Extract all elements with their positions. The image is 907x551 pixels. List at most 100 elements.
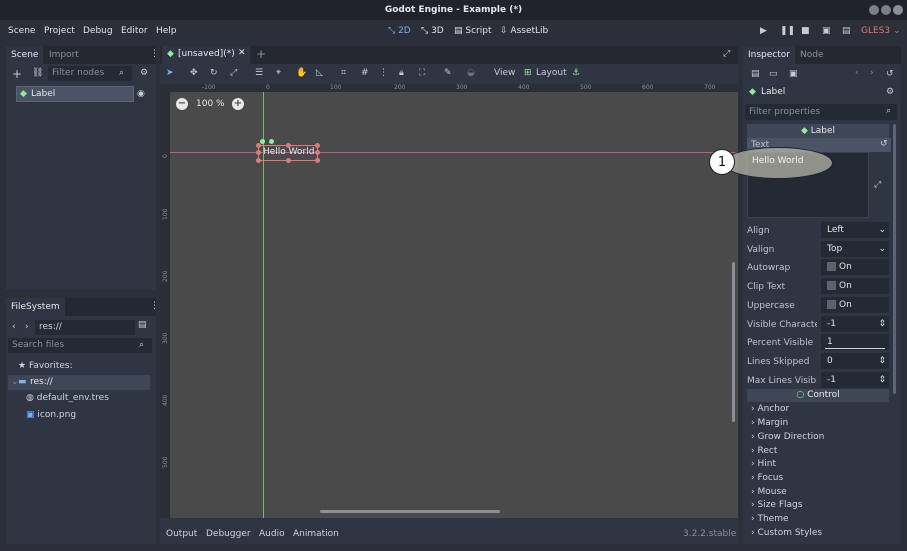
stop-icon[interactable]: ■ <box>801 26 810 36</box>
anchor-handle[interactable] <box>260 139 265 144</box>
zoom-in-icon[interactable]: + <box>232 98 244 110</box>
resize-handle[interactable] <box>256 158 261 163</box>
mode-3d-button[interactable]: ⤡ 3D <box>421 26 444 36</box>
add-node-icon[interactable]: + <box>12 67 22 81</box>
class-header-label[interactable]: ◆ Label <box>747 124 889 138</box>
prop-autowrap-checkbox[interactable]: On <box>821 259 889 275</box>
lock-icon[interactable]: 🔒︎ <box>399 68 404 78</box>
menu-editor[interactable]: Editor <box>121 26 148 36</box>
rotate-tool-icon[interactable]: ↻ <box>210 68 218 78</box>
split-view-icon[interactable]: ▤ <box>138 320 147 330</box>
save-icon[interactable]: ▣ <box>789 69 798 79</box>
vertical-scrollbar[interactable] <box>732 262 735 422</box>
tab-filesystem[interactable]: FileSystem <box>6 298 65 316</box>
prop-max-lines-visible-spinbox[interactable]: -1 ⇕ <box>821 372 889 388</box>
maximize-button[interactable] <box>881 5 891 15</box>
scale-tool-icon[interactable]: ⤢ <box>230 68 237 78</box>
scene-tree-item-label[interactable]: ◆ Label <box>16 86 134 102</box>
view-menu[interactable]: View <box>494 68 515 78</box>
resize-handle[interactable] <box>286 143 291 148</box>
tab-debugger[interactable]: Debugger <box>206 529 251 539</box>
section-grow-direction[interactable]: › Grow Direction <box>751 432 824 442</box>
favorites-item[interactable]: ★ Favorites: <box>18 361 73 371</box>
move-tool-icon[interactable]: ✥ <box>190 68 198 78</box>
fs-root-item[interactable]: ⌄ ▬ res:// <box>8 375 150 390</box>
tab-inspector[interactable]: Inspector <box>743 46 795 64</box>
prop-percent-visible-slider[interactable]: 1 <box>821 334 889 350</box>
close-window-button[interactable] <box>893 5 903 15</box>
section-custom-styles[interactable]: › Custom Styles <box>751 528 822 538</box>
history-icon[interactable]: ↺ <box>886 69 894 79</box>
skeleton-icon[interactable]: ◒ <box>467 68 475 78</box>
menu-project[interactable]: Project <box>44 26 75 36</box>
mode-script-button[interactable]: ▤ Script <box>454 26 492 36</box>
tab-import[interactable]: Import <box>44 46 84 64</box>
tab-audio[interactable]: Audio <box>259 529 285 539</box>
visibility-eye-icon[interactable]: ◉ <box>137 89 145 99</box>
control-class-header[interactable]: ○ Control <box>747 389 889 402</box>
section-focus[interactable]: › Focus <box>751 473 783 483</box>
menu-help[interactable]: Help <box>156 26 177 36</box>
prop-valign-select[interactable]: Top ⌄ <box>821 241 889 257</box>
resize-handle[interactable] <box>315 158 320 163</box>
ruler-tool-icon[interactable]: ◺ <box>316 68 323 78</box>
play-icon[interactable]: ▶ <box>760 26 767 36</box>
section-rect[interactable]: › Rect <box>751 446 777 456</box>
close-icon[interactable]: ✕ <box>238 48 246 58</box>
snap-icon[interactable]: ⌗ <box>341 68 346 78</box>
resize-handle[interactable] <box>286 158 291 163</box>
resize-handle[interactable] <box>256 150 261 155</box>
fullscreen-icon[interactable]: ⤢ <box>723 49 730 59</box>
play-custom-scene-icon[interactable]: ▤ <box>842 26 851 36</box>
section-margin[interactable]: › Margin <box>751 418 788 428</box>
prop-visible-characters-spinbox[interactable]: -1 ⇕ <box>821 316 889 332</box>
inspector-scrollbar[interactable] <box>893 124 896 394</box>
anchor-handle[interactable] <box>269 139 274 144</box>
horizontal-scrollbar[interactable] <box>320 510 500 513</box>
fs-file-icon-png[interactable]: ▣ icon.png <box>26 410 76 420</box>
snap-options-icon[interactable]: ⋮ <box>379 68 388 78</box>
dock-menu-icon[interactable]: ⋮ <box>150 49 159 59</box>
expand-editor-icon[interactable]: ⤢ <box>874 180 881 190</box>
section-mouse[interactable]: › Mouse <box>751 487 787 497</box>
instance-scene-icon[interactable]: ⛓ <box>32 68 43 78</box>
search-files-input[interactable]: Search files <box>8 338 152 353</box>
resize-handle[interactable] <box>256 143 261 148</box>
prop-clip-text-checkbox[interactable]: On <box>821 278 889 294</box>
add-tab-icon[interactable]: + <box>256 47 266 61</box>
resize-handle[interactable] <box>315 150 320 155</box>
section-anchor[interactable]: › Anchor <box>751 404 789 414</box>
tab-scene[interactable]: Scene <box>6 46 44 64</box>
play-scene-icon[interactable]: ▣ <box>822 26 831 36</box>
grid-snap-icon[interactable]: # <box>361 68 369 78</box>
label-node-selection[interactable]: Hello World <box>256 143 320 163</box>
back-icon[interactable]: ‹ <box>12 322 16 332</box>
fs-dock-menu-icon[interactable]: ⋮ <box>150 301 159 311</box>
zoom-out-icon[interactable]: − <box>176 98 188 110</box>
zoom-level[interactable]: 100 % <box>196 99 225 109</box>
pause-icon[interactable]: ❚❚ <box>780 26 795 36</box>
tab-node[interactable]: Node <box>795 46 829 64</box>
scene-tab[interactable]: ◆ [unsaved](*) ✕ <box>162 46 250 64</box>
prop-uppercase-checkbox[interactable]: On <box>821 297 889 313</box>
prop-lines-skipped-spinbox[interactable]: 0 ⇕ <box>821 353 889 369</box>
tab-animation[interactable]: Animation <box>293 529 339 539</box>
mode-2d-button[interactable]: ⤡ 2D <box>388 26 411 36</box>
select-tool-icon[interactable]: ➤ <box>166 68 174 78</box>
renderer-select[interactable]: GLES3 ⌄ <box>861 26 901 36</box>
prop-align-select[interactable]: Left ⌄ <box>821 222 889 238</box>
open-icon[interactable]: ▭ <box>769 69 778 79</box>
history-back-icon[interactable]: ‹ <box>855 68 859 78</box>
tab-output[interactable]: Output <box>166 529 197 539</box>
mode-assetlib-button[interactable]: ⇩ AssetLib <box>500 26 548 36</box>
menu-debug[interactable]: Debug <box>83 26 113 36</box>
forward-icon[interactable]: › <box>25 322 29 332</box>
pivot-tool-icon[interactable]: ⌖ <box>276 68 281 78</box>
script-attach-icon[interactable]: ⚙ <box>140 68 148 78</box>
bone-icon[interactable]: ✎ <box>444 68 452 78</box>
group-icon[interactable]: ⛶ <box>419 68 425 78</box>
history-forward-icon[interactable]: › <box>870 68 874 78</box>
object-tools-icon[interactable]: ⚙ <box>886 87 894 97</box>
minimize-button[interactable] <box>869 5 879 15</box>
path-field[interactable]: res:// <box>35 320 135 335</box>
